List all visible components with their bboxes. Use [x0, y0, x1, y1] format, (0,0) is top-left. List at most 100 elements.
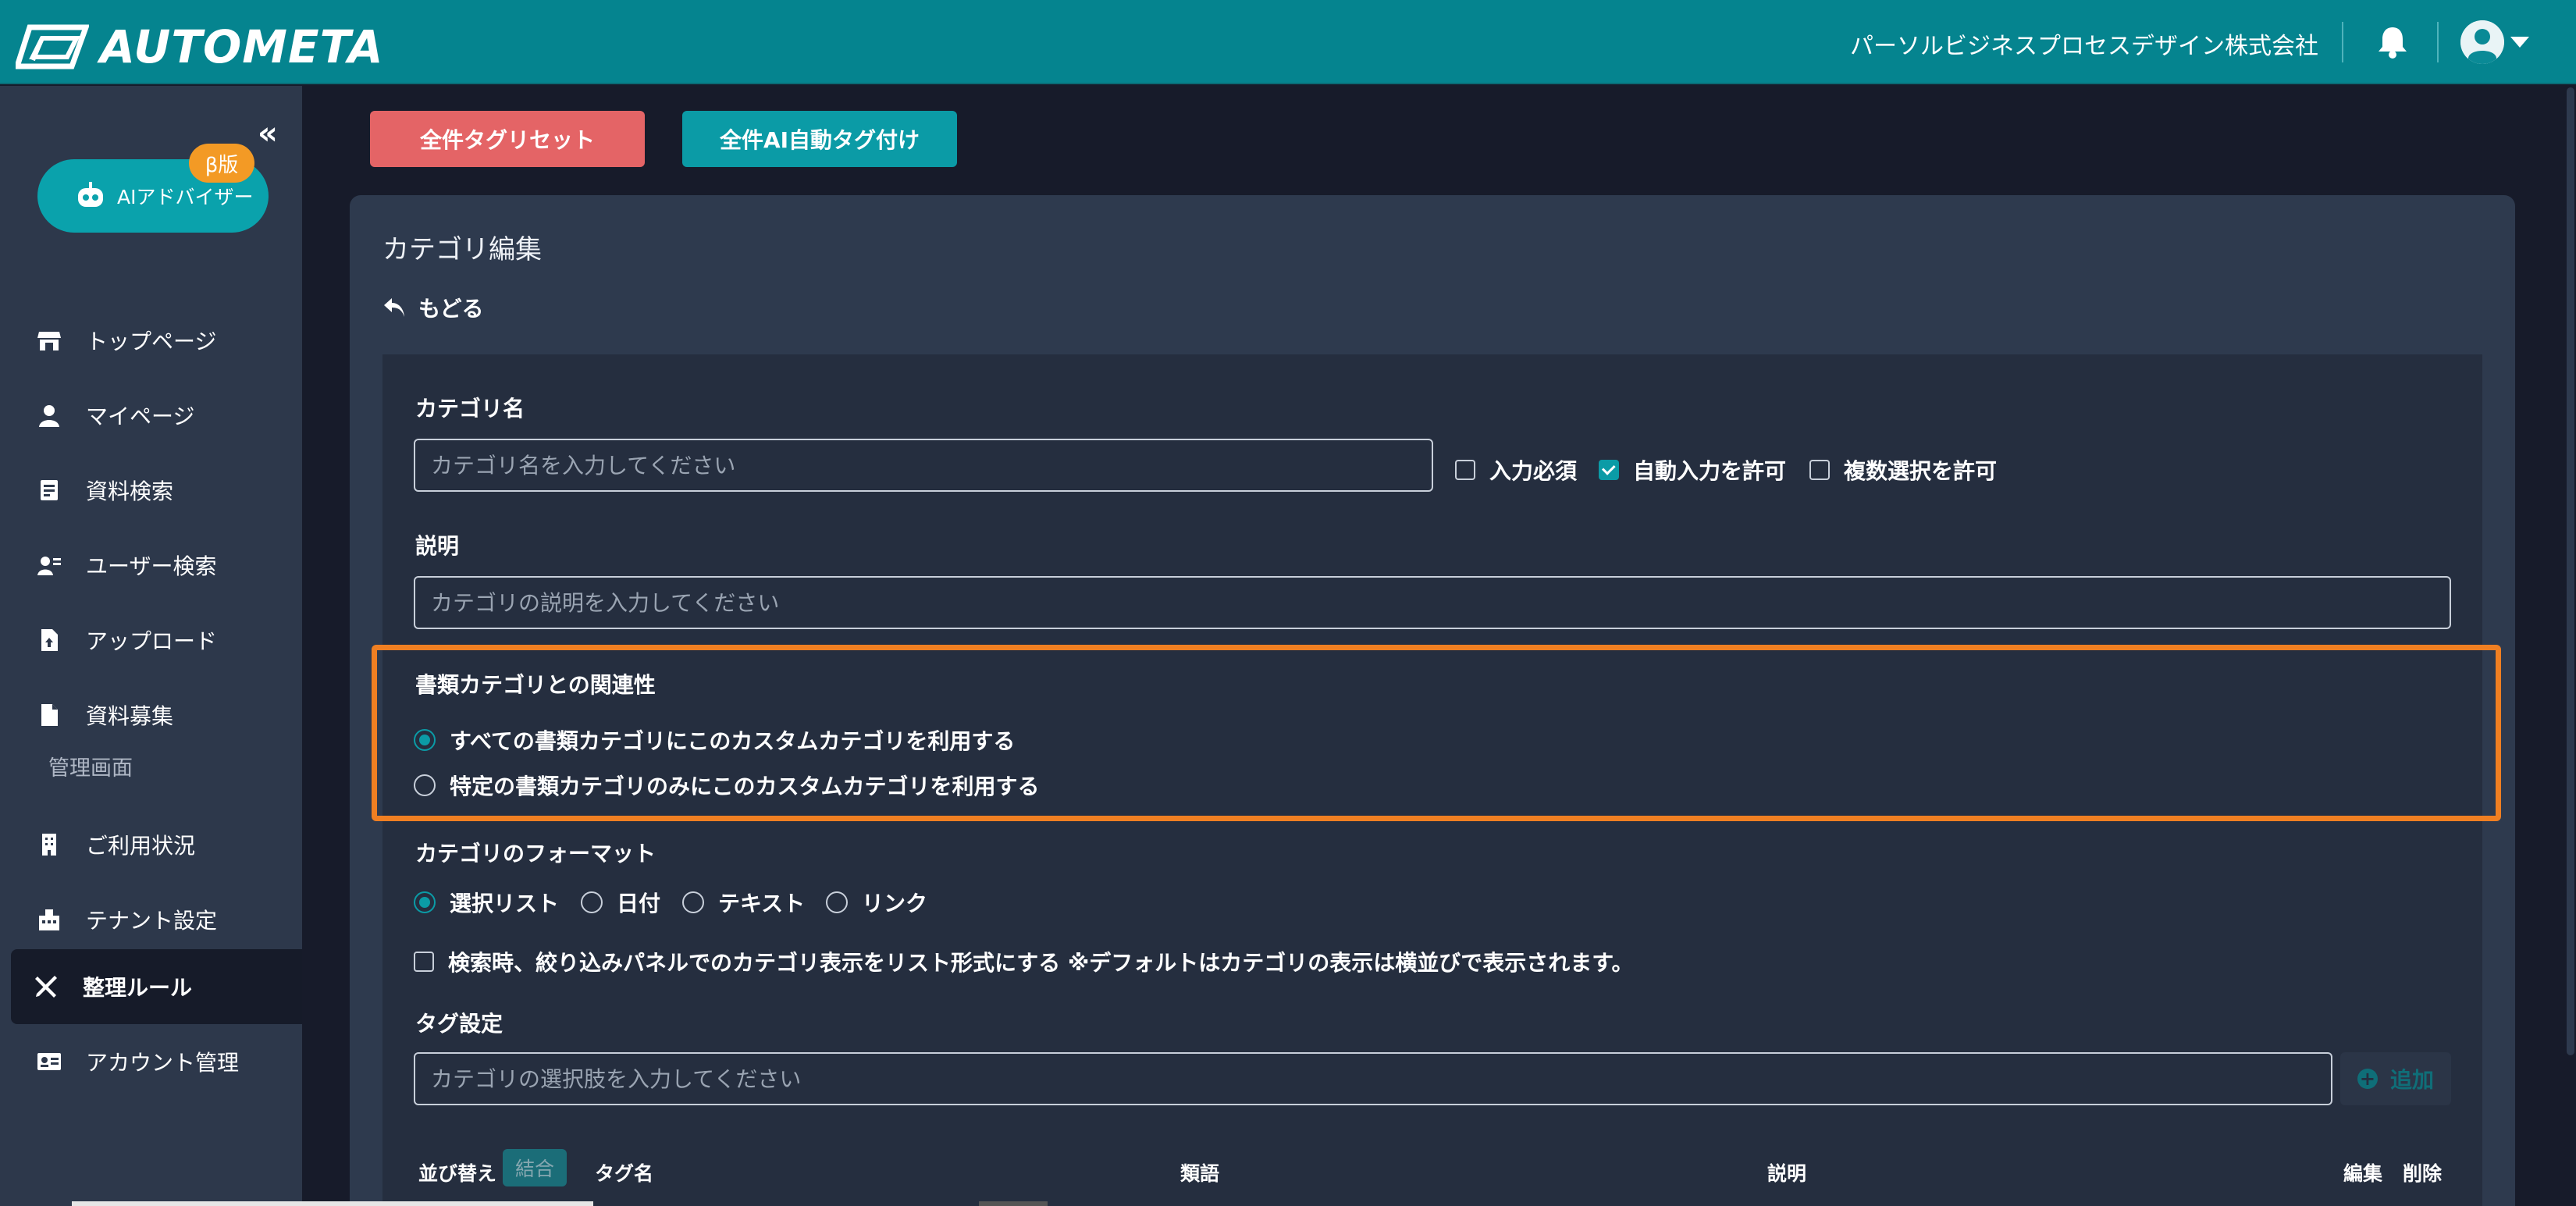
description-label: 説明 — [415, 533, 460, 559]
horizontal-scroll-indicator — [72, 1201, 593, 1206]
back-button[interactable]: もどる — [382, 292, 483, 323]
sidebar-item-user-search[interactable]: ユーザー検索 — [0, 528, 302, 603]
column-header-tag-name: タグ名 — [595, 1162, 654, 1185]
radio-label: 日付 — [617, 891, 661, 916]
building-icon — [42, 834, 56, 856]
scrollbar-thumb[interactable] — [2567, 87, 2574, 1055]
format-option-link[interactable]: リンク — [826, 887, 927, 918]
column-header-sort[interactable]: 並び替え — [418, 1158, 496, 1186]
logo-text: AUTOMETA — [100, 20, 384, 73]
reset-all-tags-button[interactable]: 全件タグリセット — [370, 111, 645, 167]
header-divider — [2342, 22, 2343, 62]
plus-circle-icon: + — [2357, 1069, 2378, 1089]
sidebar-item-label: アップロード — [86, 628, 218, 654]
multi-select-checkbox[interactable]: 複数選択を許可 — [1809, 454, 1997, 486]
radio-button — [414, 891, 436, 913]
checkbox-box — [1809, 460, 1830, 480]
description-input[interactable] — [414, 576, 2451, 629]
radio-button — [414, 729, 436, 751]
radio-label: 選択リスト — [450, 891, 560, 916]
user-menu[interactable] — [2460, 20, 2529, 64]
sidebar-item-account-management[interactable]: アカウント管理 — [0, 1024, 302, 1099]
sidebar-item-label: ご利用状況 — [86, 833, 196, 859]
checkbox-label: 自動入力を許可 — [1633, 458, 1787, 484]
page-title: カテゴリ編集 — [382, 234, 542, 265]
required-checkbox[interactable]: 入力必須 — [1455, 454, 1577, 486]
sidebar-item-label: トップページ — [86, 329, 217, 354]
column-header-edit: 編集 — [2343, 1162, 2383, 1185]
sidebar-item-document-request[interactable]: 資料募集 — [0, 678, 302, 752]
checkbox-box — [1455, 460, 1475, 480]
category-name-label: カテゴリ名 — [415, 396, 525, 422]
tools-icon — [35, 976, 57, 998]
sidebar-item-usage[interactable]: ご利用状況 — [0, 807, 302, 882]
radio-label: リンク — [862, 891, 928, 916]
relation-option-all[interactable]: すべての書類カテゴリにこのカスタムカテゴリを利用する — [414, 724, 1015, 756]
radio-label: すべての書類カテゴリにこのカスタムカテゴリを利用する — [450, 728, 1016, 754]
list-display-checkbox[interactable]: 検索時、絞り込みパネルでのカテゴリ表示をリスト形式にする ※デフォルトはカテゴリ… — [414, 946, 1633, 977]
format-option-date[interactable]: 日付 — [581, 887, 660, 918]
column-header-description: 説明 — [1767, 1162, 1807, 1185]
upload-file-icon — [41, 629, 58, 651]
company-name: パーソルビジネスプロセスデザイン株式会社 — [1850, 33, 2318, 60]
admin-section-label: 管理画面 — [48, 756, 133, 781]
ai-advisor-label: AIアドバイザー — [117, 186, 254, 208]
checkbox-label: 検索時、絞り込みパネルでのカテゴリ表示をリスト形式にする ※デフォルトはカテゴリ… — [448, 950, 1634, 976]
checkbox-label: 入力必須 — [1489, 458, 1578, 484]
category-name-input[interactable] — [414, 439, 1433, 492]
sidebar-item-top-page[interactable]: トップページ — [0, 303, 302, 378]
auto-input-checkbox[interactable]: 自動入力を許可 — [1599, 454, 1786, 486]
checkbox-box — [1599, 460, 1619, 480]
sidebar-item-label: マイページ — [86, 404, 195, 429]
format-option-select-list[interactable]: 選択リスト — [414, 887, 559, 918]
sidebar-item-label: 整理ルール — [83, 975, 193, 1001]
merge-button[interactable]: 結合 — [503, 1149, 567, 1186]
sidebar-item-upload[interactable]: アップロード — [0, 603, 302, 678]
back-arrow-icon — [384, 298, 404, 317]
sidebar-item-my-page[interactable]: マイページ — [0, 378, 302, 453]
document-search-icon — [41, 480, 58, 500]
relation-label: 書類カテゴリとの関連性 — [415, 672, 656, 698]
radio-button — [682, 891, 704, 913]
column-header-delete: 削除 — [2403, 1162, 2443, 1185]
tag-option-input[interactable] — [414, 1052, 2332, 1105]
radio-button — [581, 891, 603, 913]
robot-icon — [78, 182, 103, 207]
sidebar-item-label: テナント設定 — [86, 908, 218, 934]
beta-badge: β版 — [189, 144, 254, 183]
id-card-icon — [37, 1053, 61, 1070]
radio-label: 特定の書類カテゴリのみにこのカスタムカテゴリを利用する — [450, 774, 1040, 799]
tenant-icon — [39, 909, 59, 930]
person-icon — [39, 405, 59, 427]
top-header: AUTOMETA パーソルビジネスプロセスデザイン株式会社 — [0, 0, 2576, 84]
user-avatar-icon — [2460, 20, 2504, 64]
add-tag-label: 追加 — [2389, 1067, 2434, 1093]
tag-settings-label: タグ設定 — [415, 1011, 503, 1037]
format-label: カテゴリのフォーマット — [415, 841, 656, 866]
header-divider — [2437, 22, 2439, 62]
store-icon — [37, 332, 61, 350]
caret-down-icon — [2510, 37, 2529, 48]
bell-icon[interactable] — [2375, 23, 2411, 59]
checkbox-label: 複数選択を許可 — [1844, 458, 1998, 484]
sidebar-item-label: ユーザー検索 — [86, 553, 217, 579]
sidebar-item-label: アカウント管理 — [86, 1050, 240, 1076]
ai-auto-tag-all-button[interactable]: 全件AI自動タグ付け — [682, 111, 957, 167]
logo[interactable]: AUTOMETA — [16, 20, 384, 73]
add-tag-button[interactable]: + 追加 — [2340, 1052, 2451, 1105]
radio-button — [826, 891, 848, 913]
sidebar-item-label: 資料検索 — [86, 478, 174, 504]
sidebar-item-document-search[interactable]: 資料検索 — [0, 453, 302, 528]
sidebar-item-tenant-settings[interactable]: テナント設定 — [0, 882, 302, 957]
relation-option-specific[interactable]: 特定の書類カテゴリのみにこのカスタムカテゴリを利用する — [414, 770, 1039, 801]
sidebar: « AIアドバイザー β版 トップページ マイページ 資料検索 ユーザー検索 ア… — [0, 86, 302, 1206]
radio-label: テキスト — [718, 891, 806, 916]
collapse-sidebar-icon[interactable]: « — [258, 116, 278, 151]
radio-button — [414, 774, 436, 796]
file-icon — [41, 704, 58, 726]
checkbox-box — [414, 952, 434, 972]
horizontal-scroll-indicator — [979, 1201, 1048, 1206]
logo-mark-icon — [16, 24, 89, 69]
sidebar-item-organize-rules[interactable]: 整理ルール — [11, 949, 302, 1024]
format-option-text[interactable]: テキスト — [682, 887, 805, 918]
